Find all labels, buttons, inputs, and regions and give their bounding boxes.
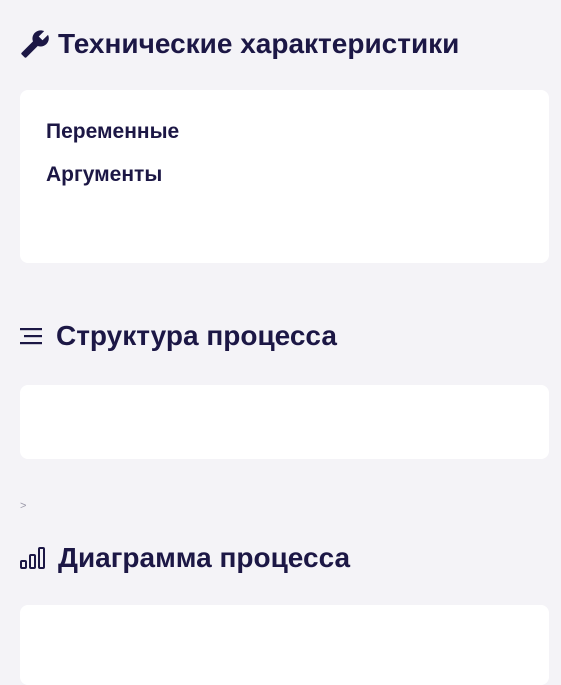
structure-card [20, 385, 549, 459]
list-lines-icon [20, 325, 48, 347]
diagram-section-title: Диаграмма процесса [58, 542, 351, 573]
specs-item-variables[interactable]: Переменные [46, 120, 179, 144]
specs-item-arguments[interactable]: Аргументы [46, 163, 162, 187]
specs-section-header: Технические характеристики [20, 28, 459, 60]
bar-chart-icon [20, 546, 50, 570]
structure-section-title: Структура процесса [56, 320, 337, 351]
structure-section-header: Структура процесса [20, 320, 337, 352]
specs-section-title: Технические характеристики [58, 28, 460, 59]
diagram-card [20, 605, 549, 685]
diagram-section-header: Диаграмма процесса [20, 542, 350, 574]
wrench-icon [20, 29, 50, 59]
expander-chevron-icon[interactable]: > [20, 500, 26, 512]
specs-card: Переменные Аргументы [20, 90, 549, 263]
